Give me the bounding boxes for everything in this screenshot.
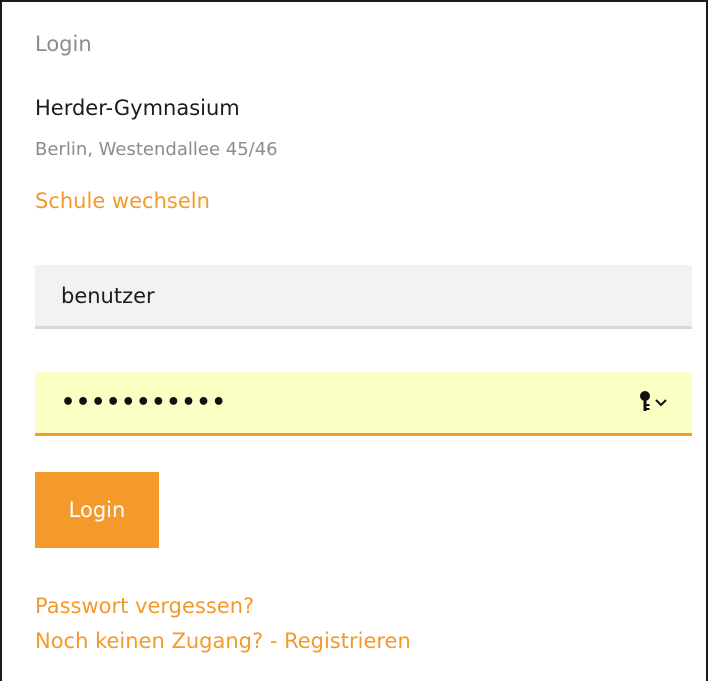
password-field[interactable]: ••••••••••• [35,372,692,436]
login-button[interactable]: Login [35,472,159,548]
chevron-down-icon [654,393,668,412]
password-value: ••••••••••• [61,390,227,415]
panel-title: Login [35,32,92,56]
forgot-password-link[interactable]: Passwort vergessen? [35,594,254,618]
key-icon [638,390,652,416]
username-value: benutzer [61,283,155,308]
school-name: Herder-Gymnasium [35,96,240,120]
username-field[interactable]: benutzer [35,265,692,329]
password-manager-button[interactable] [638,390,668,416]
change-school-link[interactable]: Schule wechseln [35,189,210,213]
login-panel: Login Herder-Gymnasium Berlin, Westendal… [0,0,708,681]
school-address: Berlin, Westendallee 45/46 [35,139,278,160]
register-link[interactable]: Noch keinen Zugang? - Registrieren [35,629,411,653]
